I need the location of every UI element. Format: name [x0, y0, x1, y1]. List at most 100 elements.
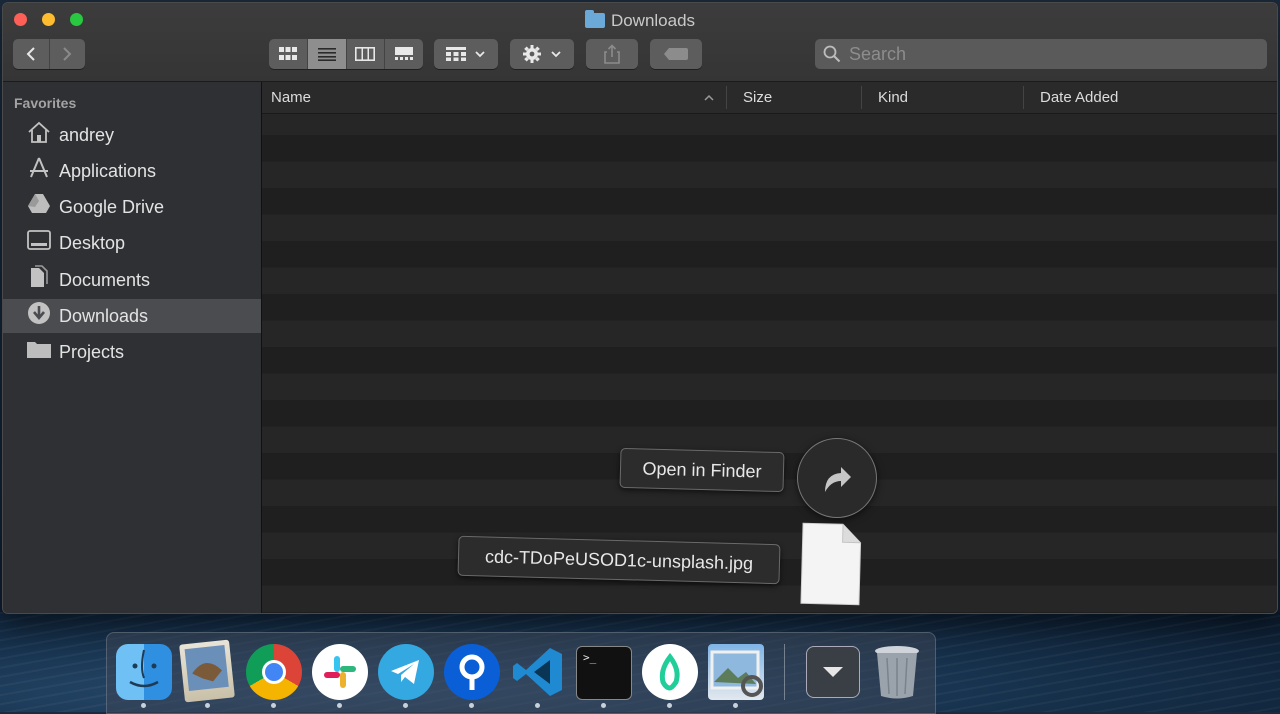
- chevron-down-icon: [475, 51, 485, 58]
- sidebar-item-andrey[interactable]: andrey: [3, 118, 261, 152]
- group-grid-icon: [446, 47, 466, 61]
- column-header-date-added[interactable]: Date Added: [1040, 82, 1118, 113]
- dock-photo-viewer-icon[interactable]: [708, 644, 764, 700]
- dock-chrome-icon[interactable]: [246, 644, 302, 700]
- dock-slack-icon[interactable]: [312, 644, 368, 700]
- dock-separator: [784, 644, 785, 700]
- running-indicator: [469, 703, 474, 708]
- downloads-icon: [26, 301, 52, 331]
- toolbar: Downloads Search: [3, 3, 1277, 82]
- list-view-button[interactable]: [307, 39, 347, 69]
- running-indicator: [337, 703, 342, 708]
- back-button[interactable]: [13, 39, 50, 69]
- open-in-finder-arrow-button[interactable]: [797, 438, 877, 518]
- trash-icon: [875, 646, 919, 699]
- dock-vscode-icon[interactable]: [510, 644, 566, 700]
- group-by-button[interactable]: [434, 39, 498, 69]
- open-in-finder-button[interactable]: Open in Finder: [619, 447, 785, 493]
- sidebar-item-label: andrey: [59, 124, 115, 145]
- gallery-icon: [395, 47, 414, 60]
- share-button[interactable]: [586, 39, 638, 69]
- dock-trash-icon[interactable]: [872, 644, 922, 700]
- dock-telegram-icon[interactable]: [378, 644, 434, 700]
- sidebar-item-desktop[interactable]: Desktop: [3, 226, 261, 260]
- photo-viewer-icon: [710, 650, 763, 697]
- folder-icon: [26, 339, 52, 365]
- running-indicator: [403, 703, 408, 708]
- sidebar-item-label: Projects: [59, 341, 125, 362]
- column-divider[interactable]: [726, 86, 727, 109]
- sidebar-item-label: Applications: [59, 160, 157, 181]
- sort-ascending-icon: [704, 94, 714, 101]
- running-indicator: [733, 703, 738, 708]
- sourcetree-icon: [459, 654, 485, 690]
- sidebar-item-google-drive[interactable]: Google Drive: [3, 190, 261, 224]
- sidebar-item-downloads[interactable]: Downloads: [3, 299, 261, 333]
- running-indicator: [205, 703, 210, 708]
- forward-button[interactable]: [50, 39, 86, 69]
- view-mode-segmented-control: [269, 39, 423, 69]
- search-placeholder: Search: [849, 43, 907, 64]
- robinhood-icon: [659, 652, 680, 691]
- file-list[interactable]: Name Size Kind Date Added: [262, 82, 1277, 613]
- downloads-folder-icon: [584, 10, 605, 28]
- chevron-down-icon: [551, 51, 561, 58]
- action-menu-button[interactable]: [510, 39, 574, 69]
- column-divider[interactable]: [861, 86, 862, 109]
- column-header-kind[interactable]: Kind: [878, 82, 908, 113]
- dragged-file-icon[interactable]: [799, 521, 863, 607]
- chevron-left-icon: [26, 47, 35, 61]
- column-header-size[interactable]: Size: [743, 82, 772, 113]
- running-indicator: [601, 703, 606, 708]
- running-indicator: [271, 703, 276, 708]
- window-title-text: Downloads: [610, 11, 696, 30]
- dragged-file-name-label: cdc-TDoPeUSOD1c-unsplash.jpg: [457, 535, 781, 585]
- sidebar-item-projects[interactable]: Projects: [3, 335, 261, 369]
- running-indicator: [141, 703, 146, 708]
- slack-icon: [324, 656, 356, 688]
- dock-preview-icon[interactable]: [179, 639, 235, 703]
- documents-icon: [26, 265, 52, 295]
- google-drive-icon: [26, 193, 52, 221]
- gear-icon: [523, 45, 541, 63]
- finder-icon: [129, 649, 159, 688]
- chrome-icon: [262, 660, 286, 684]
- tags-button[interactable]: [650, 39, 702, 69]
- finder-window: Downloads Search Favorites andrey Applic…: [2, 2, 1278, 614]
- columns-icon: [355, 47, 376, 61]
- sidebar-section-favorites: Favorites: [14, 95, 77, 111]
- running-indicator: [667, 703, 672, 708]
- navigation-buttons: [13, 39, 85, 69]
- icon-view-button[interactable]: [269, 39, 308, 69]
- dock-robinhood-icon[interactable]: [642, 644, 698, 700]
- desktop-icon: [26, 230, 52, 256]
- sidebar-item-documents[interactable]: Documents: [3, 263, 261, 297]
- preview-icon: [184, 645, 229, 691]
- column-divider[interactable]: [1023, 86, 1024, 109]
- search-icon: [823, 45, 841, 63]
- dock-sourcetree-icon[interactable]: [444, 644, 500, 700]
- grid-icon: [278, 47, 297, 60]
- dock-finder-icon[interactable]: [116, 644, 172, 700]
- sidebar-item-label: Desktop: [59, 232, 126, 253]
- chevron-right-icon: [63, 47, 72, 61]
- sidebar-item-label: Downloads: [59, 305, 149, 326]
- gallery-view-button[interactable]: [385, 39, 423, 69]
- column-header-name[interactable]: Name: [271, 82, 311, 113]
- sidebar-item-applications[interactable]: Applications: [3, 154, 261, 188]
- dock-terminal-icon[interactable]: >_: [576, 646, 632, 700]
- list-icon: [317, 48, 336, 61]
- applications-icon: [26, 157, 52, 185]
- dock-downloads-stack[interactable]: [806, 646, 860, 698]
- tag-icon: [664, 48, 688, 60]
- sidebar: Favorites andrey Applications Google Dri…: [3, 82, 262, 613]
- share-icon: [604, 44, 620, 64]
- terminal-prompt-text: >_: [583, 651, 597, 664]
- column-header-row: Name Size Kind Date Added: [262, 82, 1277, 114]
- search-field[interactable]: Search: [815, 39, 1267, 69]
- document-icon: [800, 522, 862, 606]
- telegram-icon: [391, 660, 419, 684]
- sidebar-item-label: Google Drive: [59, 196, 165, 217]
- vscode-icon: [513, 648, 562, 696]
- column-view-button[interactable]: [347, 39, 386, 69]
